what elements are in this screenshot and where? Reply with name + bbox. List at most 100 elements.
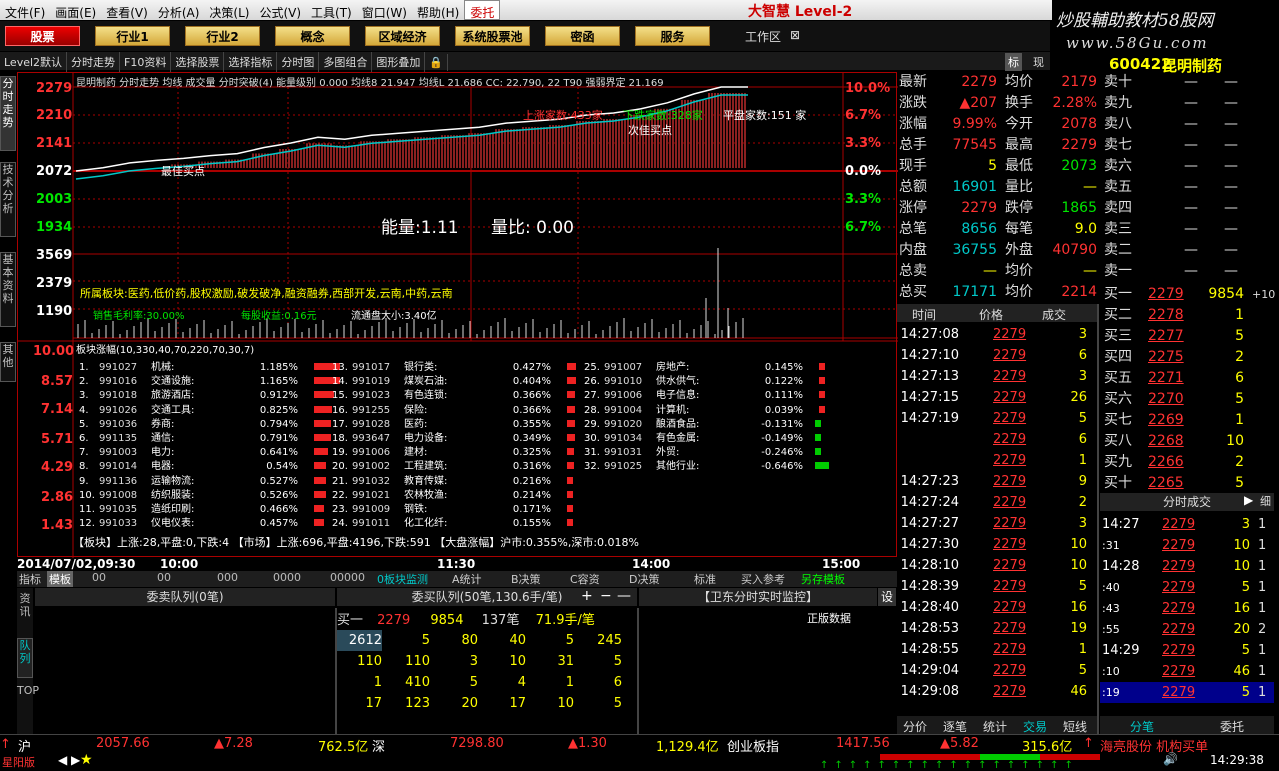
tab-indicator[interactable]: 指标 xyxy=(19,571,41,587)
sector-row[interactable]: 4. 991026 交通工具: 0.825% xyxy=(79,401,333,416)
sector-row[interactable]: 19. 991006 建材: 0.325% xyxy=(332,443,575,458)
bid-row[interactable]: 买三 2277 5 xyxy=(1104,326,1244,347)
sector-row[interactable]: 10. 991008 纺织服装: 0.526% xyxy=(79,486,326,501)
menu-file[interactable]: 文件(F) xyxy=(0,1,50,21)
ask-row[interactable]: 卖四 — — xyxy=(1104,198,1238,219)
tab-tick-by-tick[interactable]: 逐笔 xyxy=(943,718,967,735)
sector-row[interactable]: 15. 991023 有色连锁: 0.366% xyxy=(332,386,576,401)
sector-row[interactable]: 13. 991017 银行类: 0.427% xyxy=(332,358,577,373)
tab-fundamental[interactable]: 基本资料 xyxy=(0,252,16,327)
min-trade-row[interactable]: :40 2279 5 1 xyxy=(1100,577,1274,598)
tab-b-decision[interactable]: B决策 xyxy=(511,571,541,587)
ask-row[interactable]: 卖一 — — xyxy=(1104,261,1238,282)
ask-row[interactable]: 卖三 — — xyxy=(1104,219,1238,240)
multi-chart-tab[interactable]: 多图组合 xyxy=(319,52,373,72)
arrow-right-icon[interactable]: ▶ xyxy=(1244,493,1253,507)
ask-row[interactable]: 卖六 — — xyxy=(1104,156,1238,177)
ask-row[interactable]: 卖二 — — xyxy=(1104,240,1238,261)
workspace-label[interactable]: 工作区 xyxy=(745,28,781,45)
sector-row[interactable]: 31. 991031 外贸: -0.246% xyxy=(584,443,821,458)
sector-row[interactable]: 12. 991033 仪电仪表: 0.457% xyxy=(79,514,325,529)
sector-row[interactable]: 23. 991009 钢铁: 0.171% xyxy=(332,500,573,515)
sector-row[interactable]: 6. 991135 通信: 0.791% xyxy=(79,429,332,444)
tab-trades[interactable]: 交易 xyxy=(1023,718,1047,735)
tab-top[interactable]: TOP xyxy=(17,684,39,728)
sector-row[interactable]: 20. 991002 工程建筑: 0.316% xyxy=(332,457,574,472)
bid-row[interactable]: 买一 2279 9854 +10 xyxy=(1104,284,1275,305)
tab-orders[interactable]: 委托 xyxy=(1220,718,1244,735)
sector-row[interactable]: 32. 991025 其他行业: -0.646% xyxy=(584,457,830,472)
close-icon[interactable]: ⊠ xyxy=(790,28,800,42)
tab-d-decision[interactable]: D决策 xyxy=(629,571,659,587)
sector-row[interactable]: 2. 991016 交通设施: 1.165% xyxy=(79,372,340,387)
region-button[interactable]: 区域经济 xyxy=(365,26,440,46)
select-indicator-tab[interactable]: 选择指标 xyxy=(224,52,278,72)
industry1-button[interactable]: 行业1 xyxy=(95,26,170,46)
min-trade-row[interactable]: :19 2279 5 1 xyxy=(1100,682,1274,703)
bid-row[interactable]: 买六 2270 5 xyxy=(1104,389,1244,410)
min-trade-row[interactable]: :31 2279 10 1 xyxy=(1100,535,1274,556)
sector-row[interactable]: 18. 993647 电力设备: 0.349% xyxy=(332,429,575,444)
menu-analysis[interactable]: 分析(A) xyxy=(153,1,205,21)
sector-row[interactable]: 5. 991036 券商: 0.794% xyxy=(79,415,332,430)
bid-row[interactable]: 买十 2265 5 xyxy=(1104,473,1244,494)
tab-save-template[interactable]: 另存模板 xyxy=(801,571,845,587)
min-trade-row[interactable]: 14:29 2279 5 1 xyxy=(1100,640,1274,661)
dash-icon[interactable]: — xyxy=(617,588,631,604)
sector-row[interactable]: 24. 991011 化工化纤: 0.155% xyxy=(332,514,573,529)
select-stock-tab[interactable]: 选择股票 xyxy=(171,52,225,72)
bid-row[interactable]: 买四 2275 2 xyxy=(1104,347,1244,368)
menu-help[interactable]: 帮助(H) xyxy=(412,1,464,21)
speaker-icon[interactable]: 🔊 xyxy=(1163,752,1178,766)
bid-row[interactable]: 买七 2269 1 xyxy=(1104,410,1244,431)
sector-row[interactable]: 14. 991019 煤炭石油: 0.404% xyxy=(332,372,576,387)
ask-row[interactable]: 卖五 — — xyxy=(1104,177,1238,198)
sector-row[interactable]: 22. 991021 农林牧渔: 0.214% xyxy=(332,486,573,501)
tab-current[interactable]: 现 xyxy=(1030,53,1047,71)
sector-row[interactable]: 3. 991018 旅游酒店: 0.912% xyxy=(79,386,335,401)
tab-buy-ref[interactable]: 买入参考 xyxy=(741,571,785,587)
tab-price-dist[interactable]: 分价 xyxy=(903,718,927,735)
service-button[interactable]: 服务 xyxy=(635,26,710,46)
sector-row[interactable]: 16. 991255 保险: 0.366% xyxy=(332,401,576,416)
star-icon[interactable]: ★ xyxy=(80,752,93,768)
menu-trade[interactable]: 委托 xyxy=(464,0,501,20)
tab-news[interactable]: 资讯 xyxy=(17,592,33,632)
tab-ticks[interactable]: 分笔 xyxy=(1130,718,1154,735)
sector-row[interactable]: 21. 991032 教育传媒: 0.216% xyxy=(332,472,573,487)
sector-row[interactable]: 30. 991034 有色金属: -0.149% xyxy=(584,429,821,444)
stock-button[interactable]: 股票 xyxy=(5,26,80,46)
bid-row[interactable]: 买九 2266 2 xyxy=(1104,452,1244,473)
ask-row[interactable]: 卖九 — — xyxy=(1104,93,1238,114)
min-trade-row[interactable]: 14:28 2279 10 1 xyxy=(1100,556,1274,577)
bid-row[interactable]: 买五 2271 6 xyxy=(1104,368,1244,389)
bid-row[interactable]: 买二 2278 1 xyxy=(1104,305,1244,326)
sector-row[interactable]: 25. 991007 房地产: 0.145% xyxy=(584,358,825,373)
sector-row[interactable]: 11. 991035 造纸印刷: 0.466% xyxy=(79,500,325,515)
tab-c-fund[interactable]: C容资 xyxy=(570,571,600,587)
menu-view[interactable]: 画面(E) xyxy=(50,1,101,21)
tab-mark[interactable]: 标 xyxy=(1005,53,1022,71)
menu-decision[interactable]: 决策(L) xyxy=(204,1,254,21)
sector-row[interactable]: 27. 991006 电子信息: 0.111% xyxy=(584,386,825,401)
sector-row[interactable]: 1. 991027 机械: 1.185% xyxy=(79,358,340,373)
tab-other[interactable]: 其他 xyxy=(0,342,16,382)
menu-formula[interactable]: 公式(V) xyxy=(254,1,306,21)
min-trade-row[interactable]: :55 2279 20 2 xyxy=(1100,619,1274,640)
ask-row[interactable]: 卖七 — — xyxy=(1104,135,1238,156)
tab-sector-monitor[interactable]: 0板块监测 xyxy=(377,571,428,587)
plus-icon[interactable]: + xyxy=(581,588,593,604)
tab-shortline[interactable]: 短线 xyxy=(1063,718,1087,735)
detail-icon[interactable]: 细 xyxy=(1260,493,1271,509)
tab-standard[interactable]: 标准 xyxy=(694,571,716,587)
overlay-tab[interactable]: 图形叠加 xyxy=(372,52,426,72)
ask-row[interactable]: 卖十 — — xyxy=(1104,72,1238,93)
sector-row[interactable]: 29. 991020 酿酒食品: -0.131% xyxy=(584,415,821,430)
sector-row[interactable]: 7. 991003 电力: 0.641% xyxy=(79,443,329,458)
bid-row[interactable]: 买八 2268 10 xyxy=(1104,431,1244,452)
intraday-tab[interactable]: 分时走势 xyxy=(67,52,121,72)
sector-row[interactable]: 26. 991010 供水供气: 0.122% xyxy=(584,372,825,387)
chart-type-tab[interactable]: 分时图 xyxy=(277,52,320,72)
sector-row[interactable]: 17. 991028 医药: 0.355% xyxy=(332,415,575,430)
f10-tab[interactable]: F10资料 xyxy=(120,52,172,72)
